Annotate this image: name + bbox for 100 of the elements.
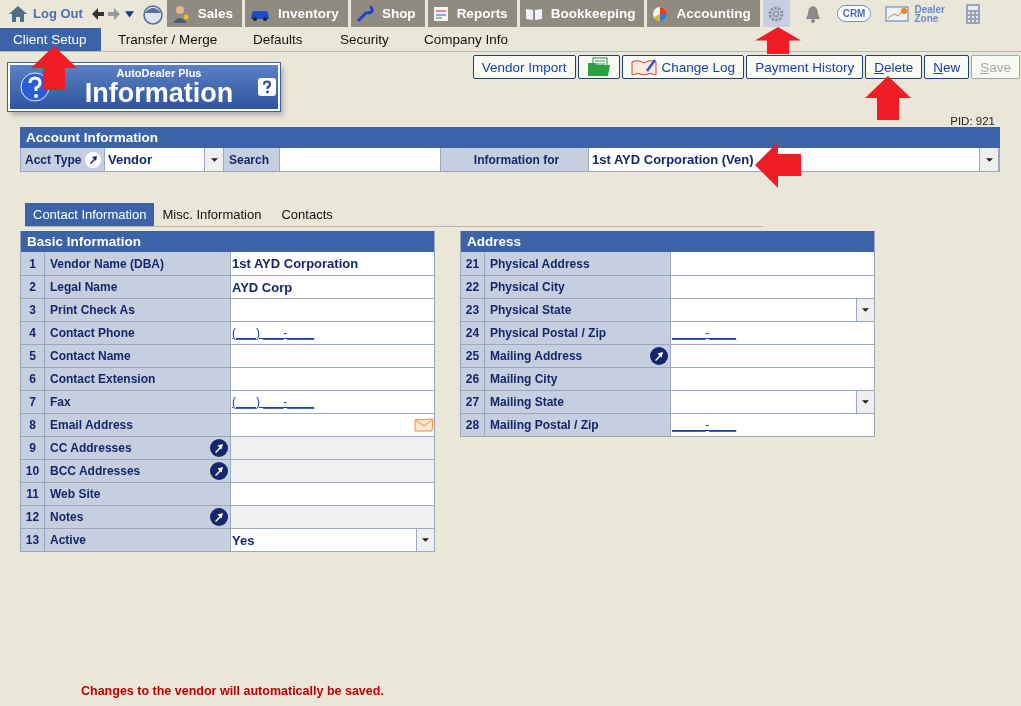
person-icon — [171, 4, 190, 23]
search-label: Search — [224, 148, 280, 171]
form-tab[interactable]: Misc. Information — [154, 203, 270, 226]
back-arrow-icon[interactable] — [90, 6, 105, 21]
acct-type-dropdown[interactable]: Vendor — [105, 148, 224, 171]
text-field[interactable] — [671, 276, 874, 298]
acct-type-label: Acct Type — [25, 152, 82, 167]
row-number: 26 — [461, 368, 485, 390]
field-label: Physical Postal / Zip — [490, 326, 607, 340]
text-field[interactable] — [671, 252, 874, 275]
chart-screen-icon[interactable] — [885, 4, 910, 23]
row-number: 23 — [461, 299, 485, 321]
row-number: 7 — [21, 391, 45, 413]
page-title: Information — [84, 79, 234, 107]
notebook-pencil-icon — [630, 58, 657, 76]
toolbar-button[interactable]: Payment History — [746, 55, 864, 79]
field-label: Active — [50, 533, 87, 547]
toolbar-button[interactable]: New — [924, 55, 970, 79]
field-label: Print Check As — [50, 303, 135, 317]
wrench-icon — [355, 4, 374, 23]
field-label: Mailing Postal / Zip — [490, 418, 599, 432]
text-field[interactable]: 1st AYD Corporation — [231, 252, 434, 275]
section-header: Basic Information — [21, 231, 434, 252]
row-number: 11 — [21, 483, 45, 505]
row-number: 6 — [21, 368, 45, 390]
row-number: 21 — [461, 252, 485, 275]
field-label: Web Site — [50, 487, 101, 501]
field-label: Physical City — [490, 280, 565, 294]
dropdown-caret-icon — [985, 157, 993, 162]
dropdown-caret-icon — [422, 538, 429, 542]
dropdown-caret-icon — [862, 400, 869, 404]
pid-label: PID: 921 — [950, 115, 995, 127]
logout-link[interactable]: Log Out — [33, 6, 83, 21]
row-number: 9 — [21, 437, 45, 459]
form-tab[interactable]: Contacts — [273, 203, 341, 226]
dropdown-field[interactable] — [671, 299, 874, 321]
field-label: Email Address — [50, 418, 133, 432]
report-icon — [432, 5, 449, 22]
row-number: 2 — [21, 276, 45, 298]
dropdown-field[interactable] — [671, 391, 874, 413]
text-field[interactable] — [231, 345, 434, 367]
row-number: 27 — [461, 391, 485, 413]
sub-tab[interactable]: Company Info — [411, 28, 521, 51]
sub-tab[interactable]: Security — [327, 28, 411, 51]
sub-tab[interactable]: Defaults — [240, 28, 327, 51]
masked-input-field[interactable]: _____-____ — [671, 322, 874, 344]
row-number: 25 — [461, 345, 485, 367]
brand-name: AutoDealer Plus — [116, 67, 202, 79]
row-number: 10 — [21, 460, 45, 482]
dropdown-caret-icon — [862, 308, 869, 312]
field-label: Physical Address — [490, 256, 590, 271]
folder-icon — [586, 57, 611, 77]
change-log-button[interactable]: Change Log — [621, 55, 745, 79]
field-label: Mailing City — [490, 372, 558, 386]
field-label: Mailing Address — [490, 349, 583, 363]
book-icon — [524, 6, 543, 21]
section-header: Address — [461, 231, 874, 252]
field-label: Contact Name — [50, 349, 131, 363]
support-icon[interactable] — [141, 2, 164, 25]
envelope-icon[interactable] — [414, 418, 434, 432]
masked-input-field[interactable]: (___) ___-____ — [231, 391, 434, 413]
folder-button[interactable] — [577, 55, 620, 79]
panel-header: Account Information — [20, 127, 1000, 148]
toolbar-button[interactable]: Vendor Import — [472, 55, 576, 79]
field-label: Contact Extension — [50, 372, 156, 386]
email-field[interactable] — [231, 414, 434, 436]
toolbar-button[interactable]: Delete — [865, 55, 923, 79]
field-label: Notes — [50, 510, 84, 524]
text-field[interactable] — [231, 299, 434, 321]
text-field[interactable] — [231, 368, 434, 390]
information-for-label: Information for — [441, 148, 589, 171]
text-field[interactable] — [231, 483, 434, 505]
row-number: 13 — [21, 529, 45, 551]
field-label: Fax — [50, 395, 71, 409]
text-field[interactable] — [671, 368, 874, 390]
row-number: 1 — [21, 252, 45, 275]
calculator-icon[interactable] — [966, 3, 981, 24]
masked-input-field[interactable]: _____-____ — [671, 414, 874, 436]
row-number: 3 — [21, 299, 45, 321]
sub-tab[interactable]: Client Setup — [0, 28, 101, 51]
text-field[interactable]: AYD Corp — [231, 276, 434, 298]
help-icon[interactable] — [258, 78, 276, 96]
form-tab[interactable]: Contact Information — [25, 203, 155, 226]
crm-button[interactable]: CRM — [836, 5, 872, 22]
account-dropdown[interactable]: 1st AYD Corporation (Ven) — [589, 148, 999, 171]
auto-save-notice: Changes to the vendor will automatically be saved. — [81, 684, 384, 698]
dropdown-field[interactable]: Yes — [231, 529, 434, 551]
sub-tab[interactable]: Transfer / Merge — [105, 28, 240, 51]
text-field[interactable] — [671, 345, 874, 367]
home-icon[interactable] — [8, 4, 28, 23]
caret-icon[interactable] — [124, 9, 134, 18]
search-field[interactable] — [280, 148, 441, 171]
row-number: 28 — [461, 414, 485, 436]
field-label: CC Addresses — [50, 441, 132, 455]
bell-icon[interactable] — [804, 4, 821, 23]
masked-input-field[interactable]: (___) ___-____ — [231, 322, 434, 344]
dropdown-caret-icon — [210, 157, 218, 162]
settings-button[interactable] — [762, 0, 790, 27]
field-label: Legal Name — [50, 280, 118, 294]
row-number: 8 — [21, 414, 45, 436]
